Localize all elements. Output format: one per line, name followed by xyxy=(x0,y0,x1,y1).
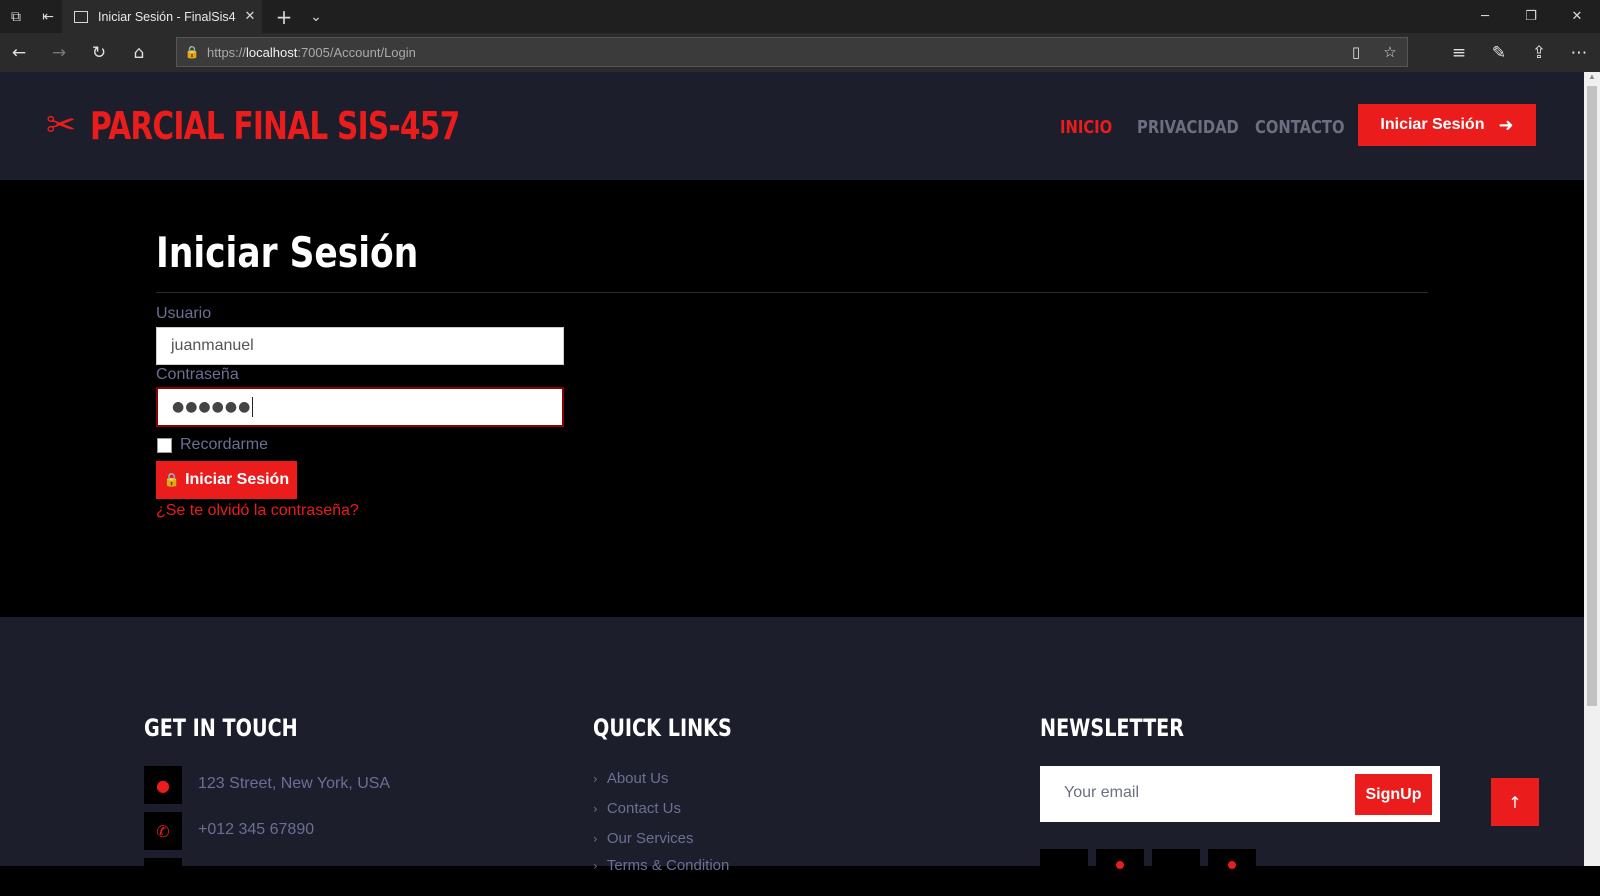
quick-link-about[interactable]: › About Us xyxy=(593,770,669,787)
newsletter-form: Your email SignUp xyxy=(1040,766,1440,822)
favorites-hub-icon[interactable]: ≡ xyxy=(1440,33,1478,72)
login-section: Iniciar Sesión Usuario juanmanuel Contra… xyxy=(0,180,1584,617)
chevron-right-icon: › xyxy=(593,859,598,873)
set-aside-tabs-icon[interactable]: ⇤ xyxy=(32,0,64,33)
signup-button[interactable]: SignUp xyxy=(1355,774,1432,815)
remember-label[interactable]: Recordarme xyxy=(180,436,268,454)
chevron-right-icon: › xyxy=(593,832,598,846)
back-to-top-button[interactable]: ↑ xyxy=(1491,778,1539,826)
lock-icon: 🔒 xyxy=(184,45,200,59)
site-footer: GET IN TOUCH ● 123 Street, New York, USA… xyxy=(0,617,1584,896)
more-menu-icon[interactable]: ⋯ xyxy=(1560,33,1598,72)
forgot-password-link[interactable]: ¿Se te olvidó la contraseña? xyxy=(156,502,359,520)
reading-view-icon[interactable]: ▯ xyxy=(1339,43,1373,61)
share-icon[interactable]: ⇪ xyxy=(1520,33,1558,72)
nav-item-inicio[interactable]: INICIO xyxy=(1060,117,1112,138)
nav-item-privacidad[interactable]: PRIVACIDAD xyxy=(1137,117,1239,138)
chevron-right-icon: › xyxy=(593,772,598,786)
restore-icon[interactable]: ❐ xyxy=(1508,0,1554,33)
remember-checkbox[interactable] xyxy=(157,438,172,453)
scrollbar[interactable]: ▲ xyxy=(1584,72,1600,866)
pen-icon[interactable]: ✎ xyxy=(1480,33,1518,72)
close-window-icon[interactable]: ✕ xyxy=(1554,0,1600,33)
header-login-button[interactable]: Iniciar Sesión ➜ xyxy=(1358,104,1536,146)
newsletter-title: NEWSLETTER xyxy=(1040,714,1185,742)
nav-item-contacto[interactable]: CONTACTO xyxy=(1255,117,1345,138)
url-text[interactable]: https://localhost:7005/Account/Login xyxy=(207,45,1339,60)
submit-label: Iniciar Sesión xyxy=(185,471,290,488)
password-mask: ●●●●●● xyxy=(172,399,252,415)
header-login-label: Iniciar Sesión xyxy=(1380,116,1485,133)
scroll-up-icon[interactable]: ▲ xyxy=(1584,72,1600,86)
browser-tab[interactable]: Iniciar Sesión - FinalSis4 ✕ xyxy=(62,0,262,33)
address-toolbar: ← → ↻ ⌂ 🔒 https://localhost:7005/Account… xyxy=(0,33,1600,72)
quick-link-services[interactable]: › Our Services xyxy=(593,830,694,847)
close-tab-icon[interactable]: ✕ xyxy=(238,9,262,24)
scissors-icon: ✂ xyxy=(46,105,77,146)
newsletter-email-input[interactable]: Your email xyxy=(1064,784,1139,802)
forward-icon[interactable]: → xyxy=(40,33,78,72)
contact-phone: +012 345 67890 xyxy=(198,821,315,838)
login-submit-button[interactable]: 🔒 Iniciar Sesión xyxy=(156,461,297,499)
username-value: juanmanuel xyxy=(171,337,254,354)
tab-actions-icon[interactable]: ⧉ xyxy=(0,0,32,33)
favorite-star-icon[interactable]: ☆ xyxy=(1373,43,1407,61)
arrow-right-icon: ➜ xyxy=(1498,114,1514,136)
contact-address: 123 Street, New York, USA xyxy=(198,775,391,792)
social-instagram-icon[interactable] xyxy=(1208,849,1256,889)
browser-chrome: ⧉ ⇤ Iniciar Sesión - FinalSis4 ✕ + ⌄ ─ ❐… xyxy=(0,0,1600,72)
lock-icon: 🔒 xyxy=(163,472,181,488)
email-icon xyxy=(144,858,182,896)
contact-title: GET IN TOUCH xyxy=(144,714,298,742)
text-caret xyxy=(252,397,254,417)
social-linkedin-icon[interactable] xyxy=(1152,849,1200,889)
brand-logo[interactable]: ✂ PARCIAL FINAL SIS-457 xyxy=(46,104,564,148)
minimize-icon[interactable]: ─ xyxy=(1462,0,1508,33)
scrollbar-thumb[interactable] xyxy=(1587,86,1597,706)
social-twitter-icon[interactable] xyxy=(1040,849,1088,889)
page-title: Iniciar Sesión xyxy=(156,228,419,277)
quick-links-title: QUICK LINKS xyxy=(593,714,732,742)
home-icon[interactable]: ⌂ xyxy=(120,33,158,72)
refresh-icon[interactable]: ↻ xyxy=(80,33,118,72)
page-icon xyxy=(74,10,88,23)
password-field[interactable]: ●●●●●● xyxy=(156,387,564,427)
username-label: Usuario xyxy=(156,305,212,322)
social-facebook-icon[interactable] xyxy=(1096,849,1144,889)
phone-icon: ✆ xyxy=(144,812,182,850)
divider xyxy=(156,292,1428,293)
password-label: Contraseña xyxy=(156,366,239,383)
new-tab-icon[interactable]: + xyxy=(268,0,300,33)
username-field[interactable]: juanmanuel xyxy=(156,327,564,365)
back-icon[interactable]: ← xyxy=(0,33,38,72)
brand-name: PARCIAL FINAL SIS-457 xyxy=(90,104,460,148)
map-marker-icon: ● xyxy=(144,766,182,804)
tab-preview-chevron-icon[interactable]: ⌄ xyxy=(300,0,332,33)
address-bar[interactable]: 🔒 https://localhost:7005/Account/Login ▯… xyxy=(176,37,1408,67)
site-header: ✂ PARCIAL FINAL SIS-457 INICIO PRIVACIDA… xyxy=(0,72,1584,180)
quick-link-contact[interactable]: › Contact Us xyxy=(593,800,681,817)
tab-bar: ⧉ ⇤ Iniciar Sesión - FinalSis4 ✕ + ⌄ ─ ❐… xyxy=(0,0,1600,33)
tab-title: Iniciar Sesión - FinalSis4 xyxy=(98,9,236,24)
chevron-right-icon: › xyxy=(593,802,598,816)
